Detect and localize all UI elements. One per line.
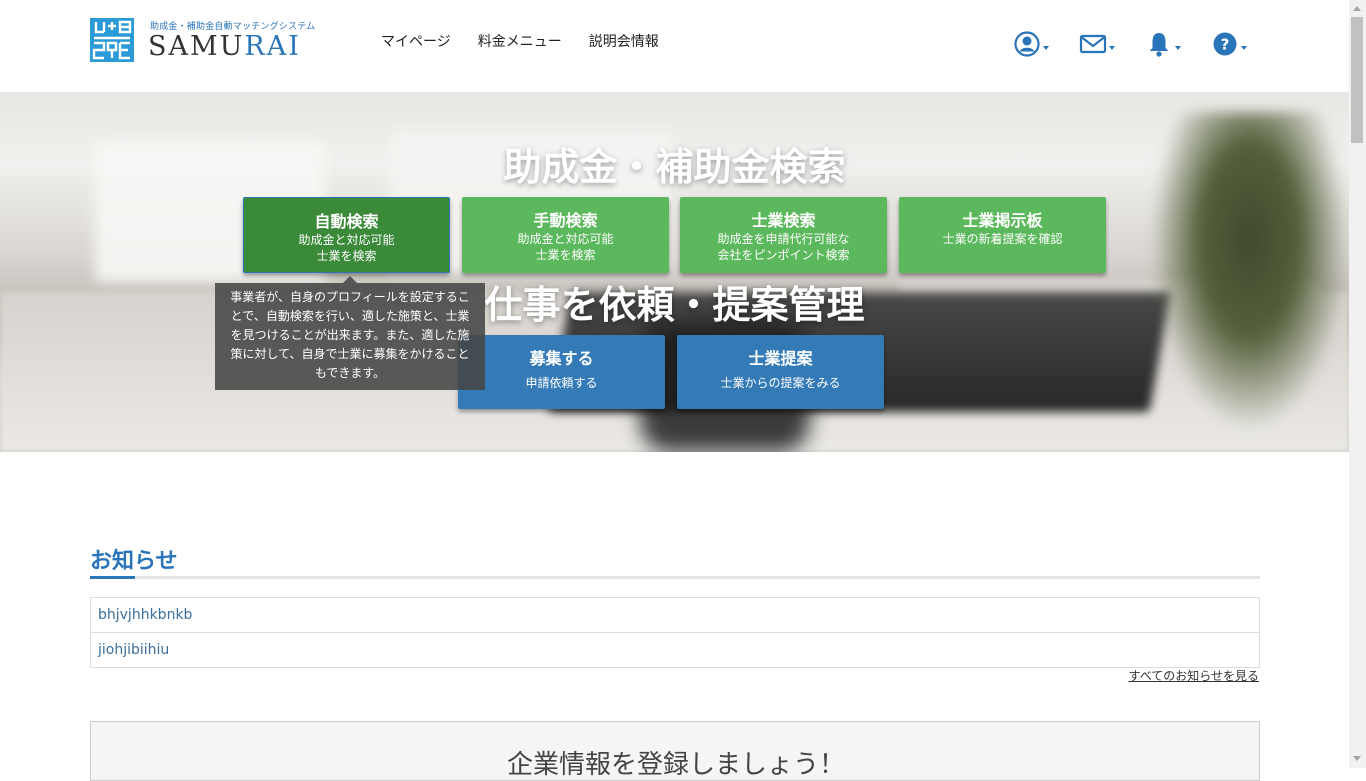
mail-menu-button[interactable] (1079, 30, 1145, 60)
user-icon (1014, 31, 1040, 57)
tile-subtitle: 申請依頼する (525, 376, 598, 390)
auto-search-tooltip: 事業者が、自身のプロフィールを設定することで、自動検索を行い、適した施策と、士業… (215, 276, 485, 390)
news-item[interactable]: bhjvjhhkbnkb (91, 598, 1259, 633)
samurai-logo[interactable]: 助成金・補助金自動マッチングシステム SAMURAI (90, 18, 315, 64)
news-divider (90, 576, 1260, 579)
news-item[interactable]: jiohjibiihiu (91, 633, 1259, 667)
tile-subtitle: 助成金と対応可能 士業を検索 (517, 232, 614, 262)
header-icon-menu: ? (1013, 30, 1277, 60)
site-header: 助成金・補助金自動マッチングシステム SAMURAI マイページ 料金メニュー … (0, 0, 1349, 92)
tile-title: 士業提案 (748, 349, 813, 368)
tile-title: 手動検索 (533, 211, 598, 230)
tile-subtitle: 助成金を申請代行可能な 会社をピンポイント検索 (717, 232, 850, 262)
user-menu-button[interactable] (1013, 30, 1079, 60)
expert-search-button[interactable]: 士業検索 助成金を申請代行可能な 会社をピンポイント検索 (680, 197, 887, 273)
auto-search-button[interactable]: 自動検索 助成金と対応可能 士業を検索 (243, 197, 450, 273)
news-heading: お知らせ (90, 549, 178, 574)
mail-icon (1079, 34, 1107, 54)
request-section-title: 仕事を依頼・提案管理 (484, 283, 865, 327)
help-icon: ? (1213, 32, 1237, 56)
nav-mypage[interactable]: マイページ (381, 31, 451, 51)
hero-banner: 助成金・補助金検索 自動検索 助成金と対応可能 士業を検索 手動検索 助成金と対… (0, 92, 1349, 452)
nav-seminar[interactable]: 説明会情報 (589, 31, 659, 51)
logo-wordmark: SAMURAI (148, 31, 301, 62)
register-company-panel: 企業情報を登録しましょう！ (90, 721, 1260, 781)
all-news-link[interactable]: すべてのお知らせを見る (1129, 667, 1259, 684)
chevron-down-icon (1109, 46, 1115, 50)
page-scrollbar[interactable] (1349, 0, 1366, 768)
chevron-down-icon (1241, 46, 1247, 50)
svg-text:?: ? (1221, 36, 1230, 54)
news-list: bhjvjhhkbnkb jiohjibiihiu (90, 597, 1260, 668)
tile-subtitle: 士業からの提案をみる (720, 376, 841, 390)
tile-title: 自動検索 (314, 212, 379, 231)
tile-title: 士業検索 (751, 211, 816, 230)
search-section-title: 助成金・補助金検索 (503, 145, 846, 189)
tile-title: 士業掲示板 (962, 211, 1043, 230)
chevron-down-icon (1043, 46, 1049, 50)
help-menu-button[interactable]: ? (1211, 30, 1277, 60)
tile-subtitle: 助成金と対応可能 士業を検索 (298, 233, 395, 263)
tile-title: 募集する (529, 349, 594, 368)
nav-pricing[interactable]: 料金メニュー (478, 31, 562, 51)
scroll-down-arrow-icon[interactable] (1353, 756, 1361, 761)
expert-proposal-button[interactable]: 士業提案 士業からの提案をみる (677, 335, 884, 409)
scroll-up-arrow-icon[interactable] (1353, 6, 1361, 11)
expert-board-button[interactable]: 士業掲示板 士業の新着提案を確認 (899, 197, 1106, 273)
main-nav: マイページ 料金メニュー 説明会情報 (381, 31, 686, 51)
news-divider-accent (90, 576, 135, 579)
tile-subtitle: 士業の新着提案を確認 (942, 232, 1063, 246)
manual-search-button[interactable]: 手動検索 助成金と対応可能 士業を検索 (462, 197, 669, 273)
chevron-down-icon (1175, 46, 1181, 50)
register-company-title: 企業情報を登録しましょう！ (506, 750, 845, 780)
notification-menu-button[interactable] (1145, 30, 1211, 60)
recruit-button[interactable]: 募集する 申請依頼する (458, 335, 665, 409)
bell-icon (1149, 33, 1169, 57)
logo-mark-icon (90, 18, 134, 62)
scrollbar-thumb[interactable] (1351, 17, 1363, 143)
